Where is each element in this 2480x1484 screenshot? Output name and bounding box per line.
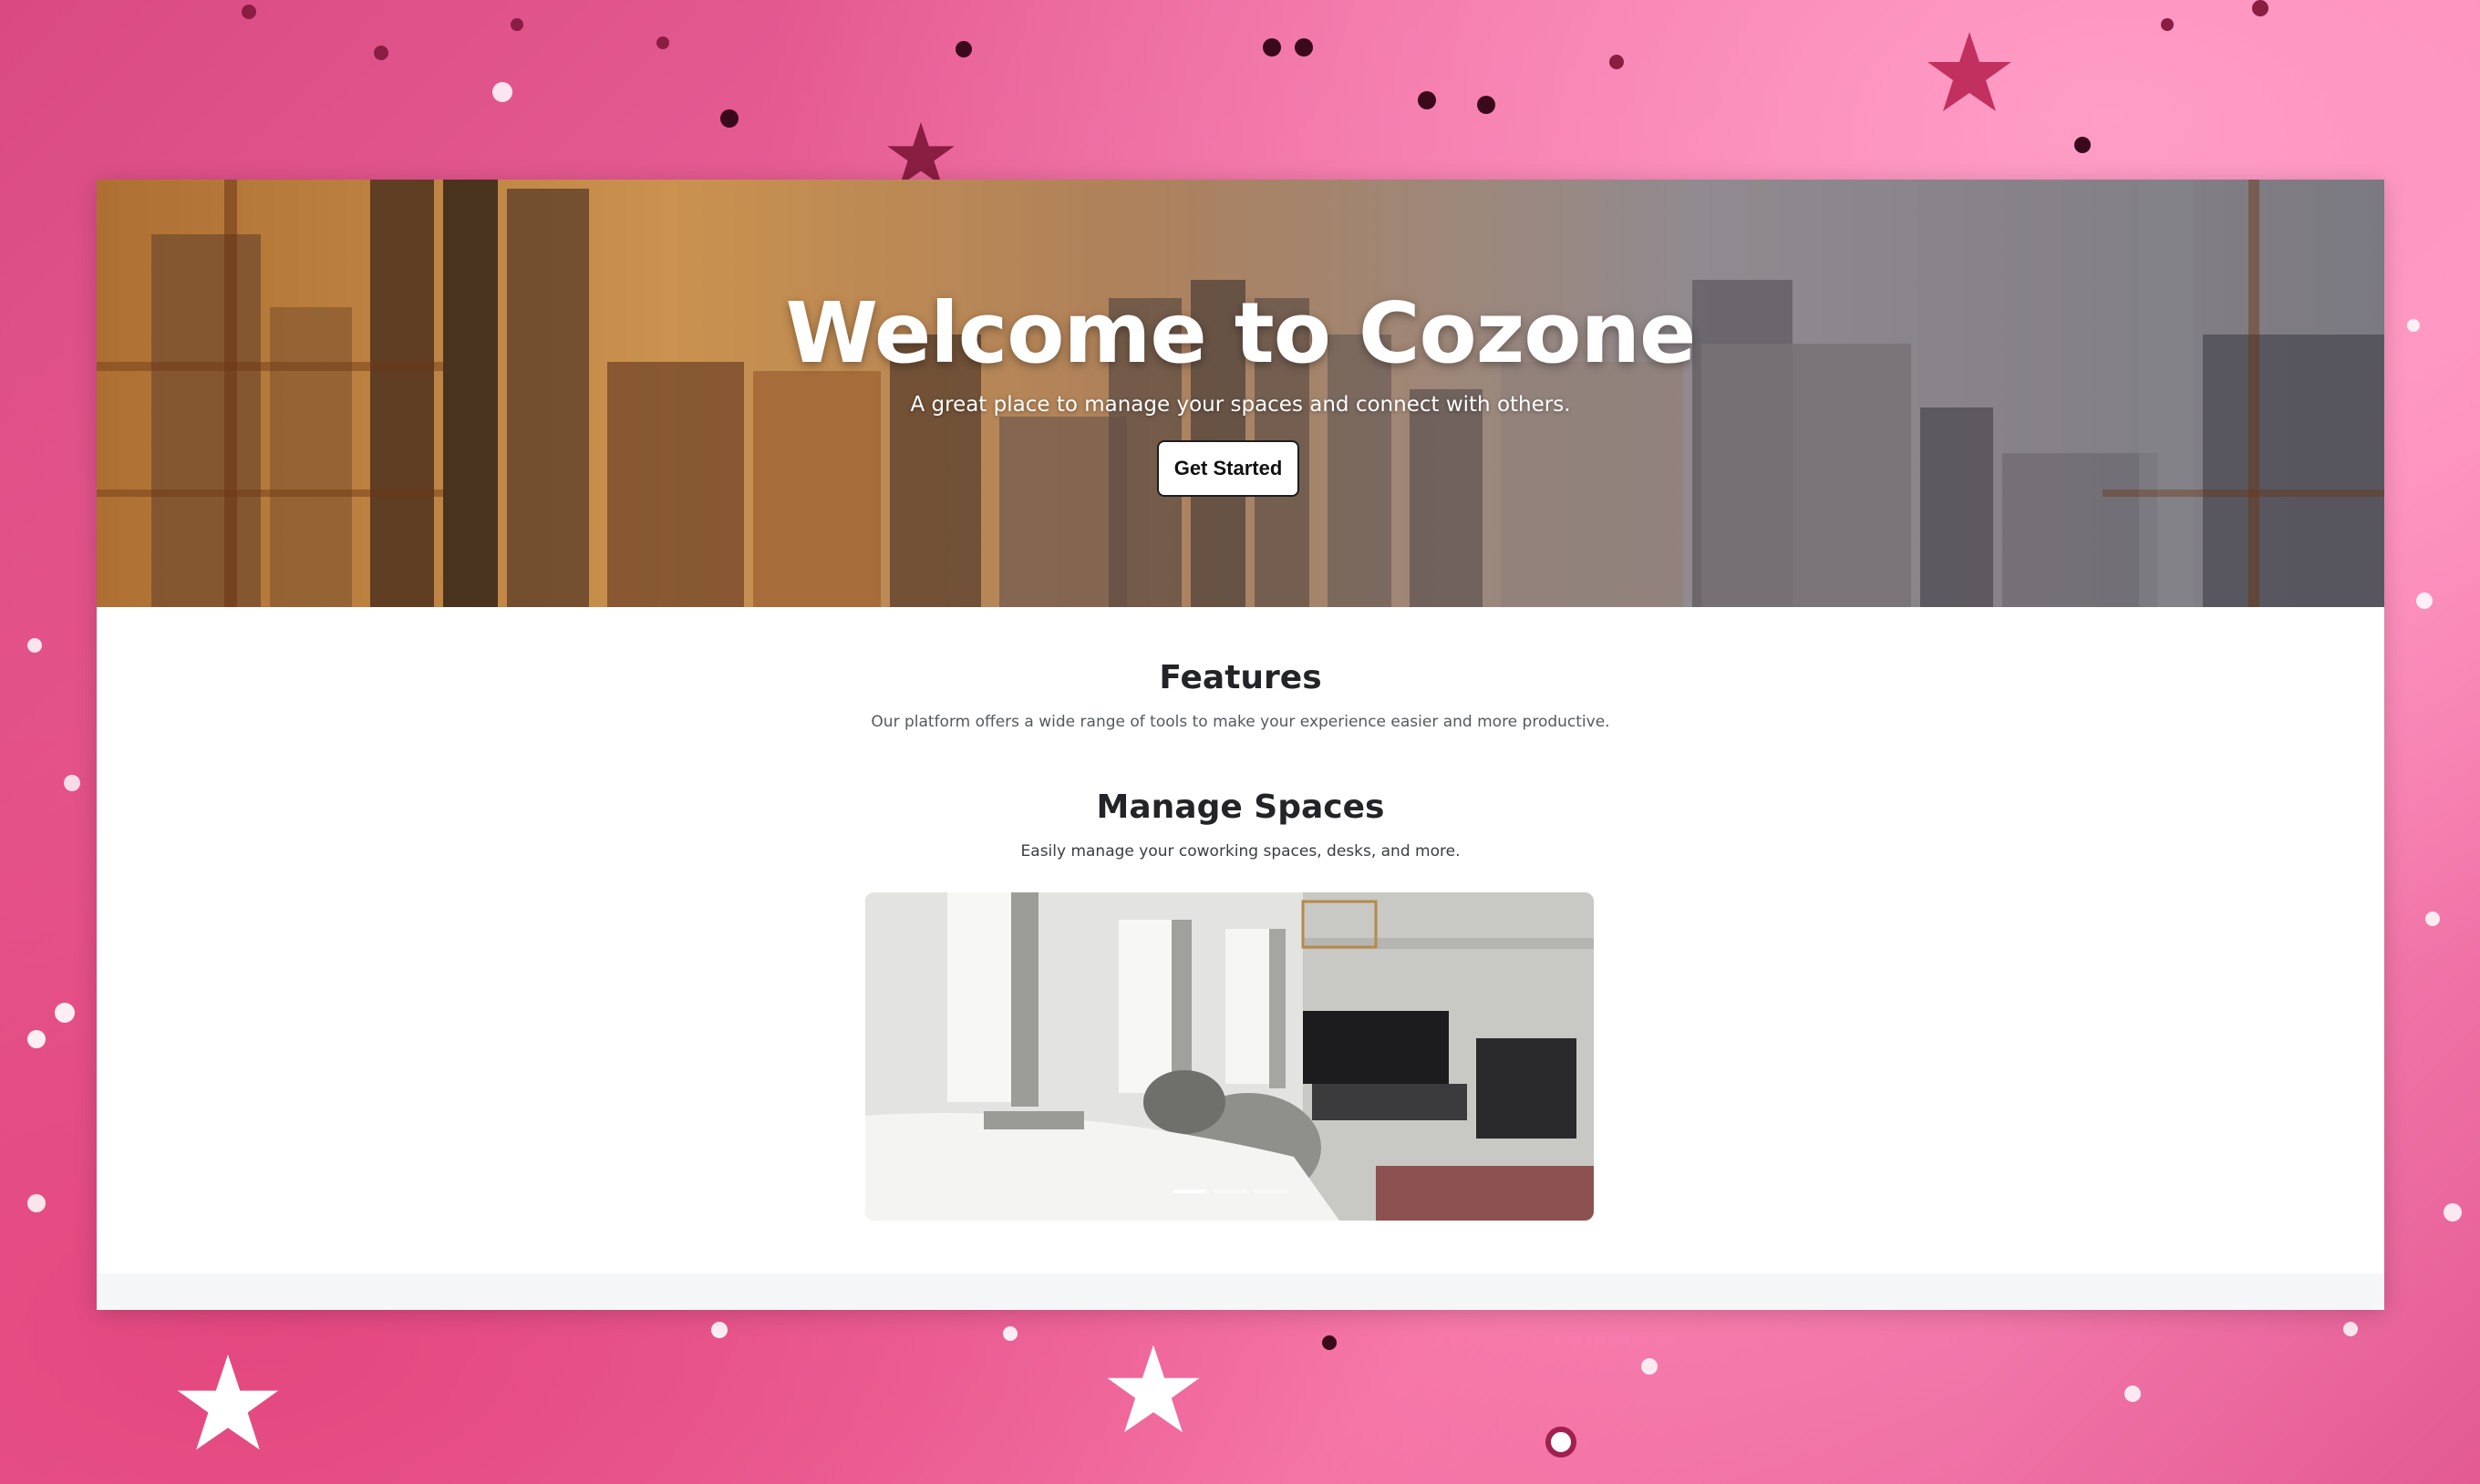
get-started-button[interactable]: Get Started [1157, 440, 1299, 497]
room-photo-image [865, 892, 1594, 1221]
hero-subtitle: A great place to manage your spaces and … [910, 393, 1571, 417]
features-description: Our platform offers a wide range of tool… [871, 713, 1610, 731]
star-sparkle-icon [1107, 1345, 1200, 1433]
footer-strip [97, 1273, 2384, 1310]
carousel-indicators [865, 1190, 1594, 1193]
carousel-indicator-3[interactable] [1253, 1190, 1286, 1193]
landing-page: Welcome to Cozone A great place to manag… [97, 180, 2384, 1310]
hero-banner: Welcome to Cozone A great place to manag… [97, 180, 2384, 607]
carousel-indicator-1[interactable] [1173, 1190, 1206, 1193]
manage-spaces-description: Easily manage your coworking spaces, des… [1020, 842, 1461, 861]
manage-spaces-title: Manage Spaces [1096, 788, 1385, 826]
desktop-backdrop: Welcome to Cozone A great place to manag… [0, 0, 2480, 1484]
features-title: Features [1159, 659, 1322, 696]
carousel-indicator-2[interactable] [1213, 1190, 1246, 1193]
star-sparkle-icon [1927, 32, 2011, 111]
star-sparkle-icon [177, 1355, 279, 1450]
hero-title: Welcome to Cozone [785, 284, 1697, 382]
spaces-carousel[interactable] [865, 892, 1594, 1221]
